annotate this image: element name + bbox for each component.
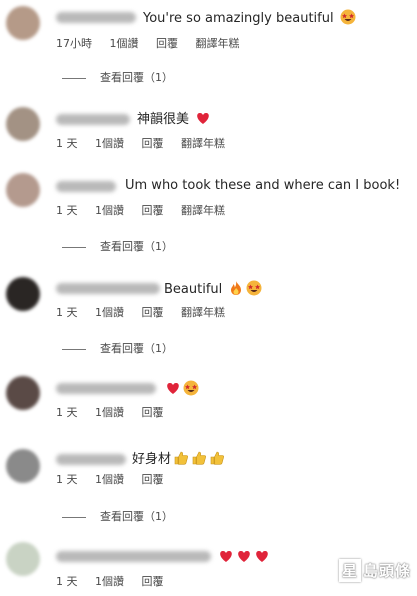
comment-text: 神韻很美 [137,110,211,128]
likes-count[interactable]: 1個讚 [95,406,124,419]
comment-text: You're so amazingly beautiful [143,9,356,27]
thumbs-up-emoji-icon [209,450,225,466]
view-replies-label: 查看回覆（1） [100,510,173,523]
comment-text: Um who took these and where can I book! [125,178,400,194]
username-blurred[interactable] [56,114,130,125]
avatar[interactable] [6,449,40,483]
thumbs-up-emoji-icon [191,450,207,466]
star-struck-emoji-icon [340,9,356,25]
avatar[interactable] [6,173,40,207]
likes-count[interactable]: 1個讚 [110,37,139,50]
heart-emoji-icon [254,548,270,564]
reply-button[interactable]: 回覆 [156,37,178,50]
comment-text [163,380,199,398]
username-blurred[interactable] [56,12,136,23]
avatar[interactable] [6,376,40,410]
translate-button[interactable]: 翻譯年糕 [181,306,225,319]
translate-button[interactable]: 翻譯年糕 [181,204,225,217]
fire-emoji-icon [228,280,244,296]
view-replies-button[interactable]: 查看回覆（1） [62,240,173,254]
comment-meta: 1 天 1個讚 回覆 [56,473,178,487]
avatar[interactable] [6,542,40,576]
comment-meta: 1 天 1個讚 回覆 [56,575,178,589]
comment-text-body: Beautiful [164,282,223,297]
star-struck-emoji-icon [246,280,262,296]
comment-time: 1 天 [56,406,78,419]
divider-line [62,516,86,518]
comment-meta: 17小時 1個讚 回覆 翻譯年糕 [56,37,254,51]
username-blurred[interactable] [56,454,126,465]
divider-line [62,348,86,350]
comment-text: 好身材 [132,450,225,468]
reply-button[interactable]: 回覆 [142,473,164,486]
divider-line [62,77,86,79]
translate-button[interactable]: 翻譯年糕 [181,137,225,150]
star-struck-emoji-icon [183,380,199,396]
comment-time: 1 天 [56,575,78,588]
avatar[interactable] [6,277,40,311]
view-replies-button[interactable]: 查看回覆（1） [62,510,173,524]
comment-meta: 1 天 1個讚 回覆 [56,406,178,420]
comment-time: 17小時 [56,37,92,50]
comment-meta: 1 天 1個讚 回覆 翻譯年糕 [56,204,239,218]
reply-button[interactable]: 回覆 [142,137,164,150]
view-replies-label: 查看回覆（1） [100,240,173,253]
reply-button[interactable]: 回覆 [142,204,164,217]
comment-text-body: 好身材 [132,452,172,467]
likes-count[interactable]: 1個讚 [95,137,124,150]
view-replies-label: 查看回覆（1） [100,71,173,84]
likes-count[interactable]: 1個讚 [95,575,124,588]
username-blurred[interactable] [56,551,211,562]
comment-meta: 1 天 1個讚 回覆 翻譯年糕 [56,306,239,320]
heart-emoji-icon [218,548,234,564]
reply-button[interactable]: 回覆 [142,406,164,419]
comment-time: 1 天 [56,473,78,486]
likes-count[interactable]: 1個讚 [95,306,124,319]
comment-time: 1 天 [56,306,78,319]
comment-text-body: 神韻很美 [137,112,190,127]
avatar[interactable] [6,107,40,141]
view-replies-button[interactable]: 查看回覆（1） [62,71,173,85]
comment-text-body: Um who took these and where can I book! [125,178,401,193]
divider-line [62,246,86,248]
likes-count[interactable]: 1個讚 [95,204,124,217]
heart-emoji-icon [236,548,252,564]
comment-time: 1 天 [56,204,78,217]
username-blurred[interactable] [56,181,116,192]
comment-meta: 1 天 1個讚 回覆 翻譯年糕 [56,137,239,151]
translate-button[interactable]: 翻譯年糕 [196,37,240,50]
reply-button[interactable]: 回覆 [142,306,164,319]
view-replies-button[interactable]: 查看回覆（1） [62,342,173,356]
watermark-box: 星 [338,559,361,582]
comment-time: 1 天 [56,137,78,150]
thumbs-up-emoji-icon [173,450,189,466]
heart-emoji-icon [165,380,181,396]
avatar[interactable] [6,6,40,40]
username-blurred[interactable] [56,383,156,394]
watermark-logo: 星島頭條 [338,559,411,582]
likes-count[interactable]: 1個讚 [95,473,124,486]
username-blurred[interactable] [56,283,160,294]
comment-text [216,548,270,566]
watermark-text: 島頭條 [362,562,411,580]
reply-button[interactable]: 回覆 [142,575,164,588]
heart-emoji-icon [195,110,211,126]
comment-text-body: You're so amazingly beautiful [143,11,334,26]
comment-text: Beautiful [164,280,262,298]
view-replies-label: 查看回覆（1） [100,342,173,355]
